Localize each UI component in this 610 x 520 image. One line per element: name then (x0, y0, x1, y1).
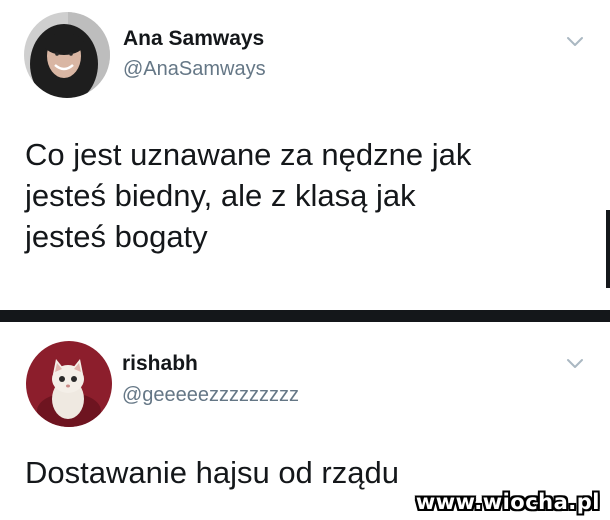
tweet-text: Co jest uznawane za nędzne jak jesteś bi… (25, 137, 472, 254)
avatar-ana-samways[interactable] (24, 12, 110, 98)
avatar-photo (24, 12, 110, 98)
chevron-down-icon[interactable] (566, 36, 584, 48)
tweet-text: Dostawanie hajsu od rządu (25, 455, 399, 490)
user-handle[interactable]: @AnaSamways (123, 58, 266, 81)
display-name[interactable]: rishabh (122, 352, 198, 376)
tweet-card-1: Ana Samways @AnaSamways Co jest uznawane… (0, 0, 610, 310)
tweet-divider (0, 310, 610, 322)
avatar-rishabh[interactable] (26, 341, 112, 427)
watermark: www.wiocha.pl (415, 490, 600, 514)
display-name[interactable]: Ana Samways (123, 27, 264, 51)
chevron-down-icon[interactable] (566, 358, 584, 370)
avatar-kitten-photo (26, 341, 112, 427)
edge-artifact (606, 210, 610, 288)
user-handle[interactable]: @geeeeezzzzzzzzz (122, 384, 299, 407)
